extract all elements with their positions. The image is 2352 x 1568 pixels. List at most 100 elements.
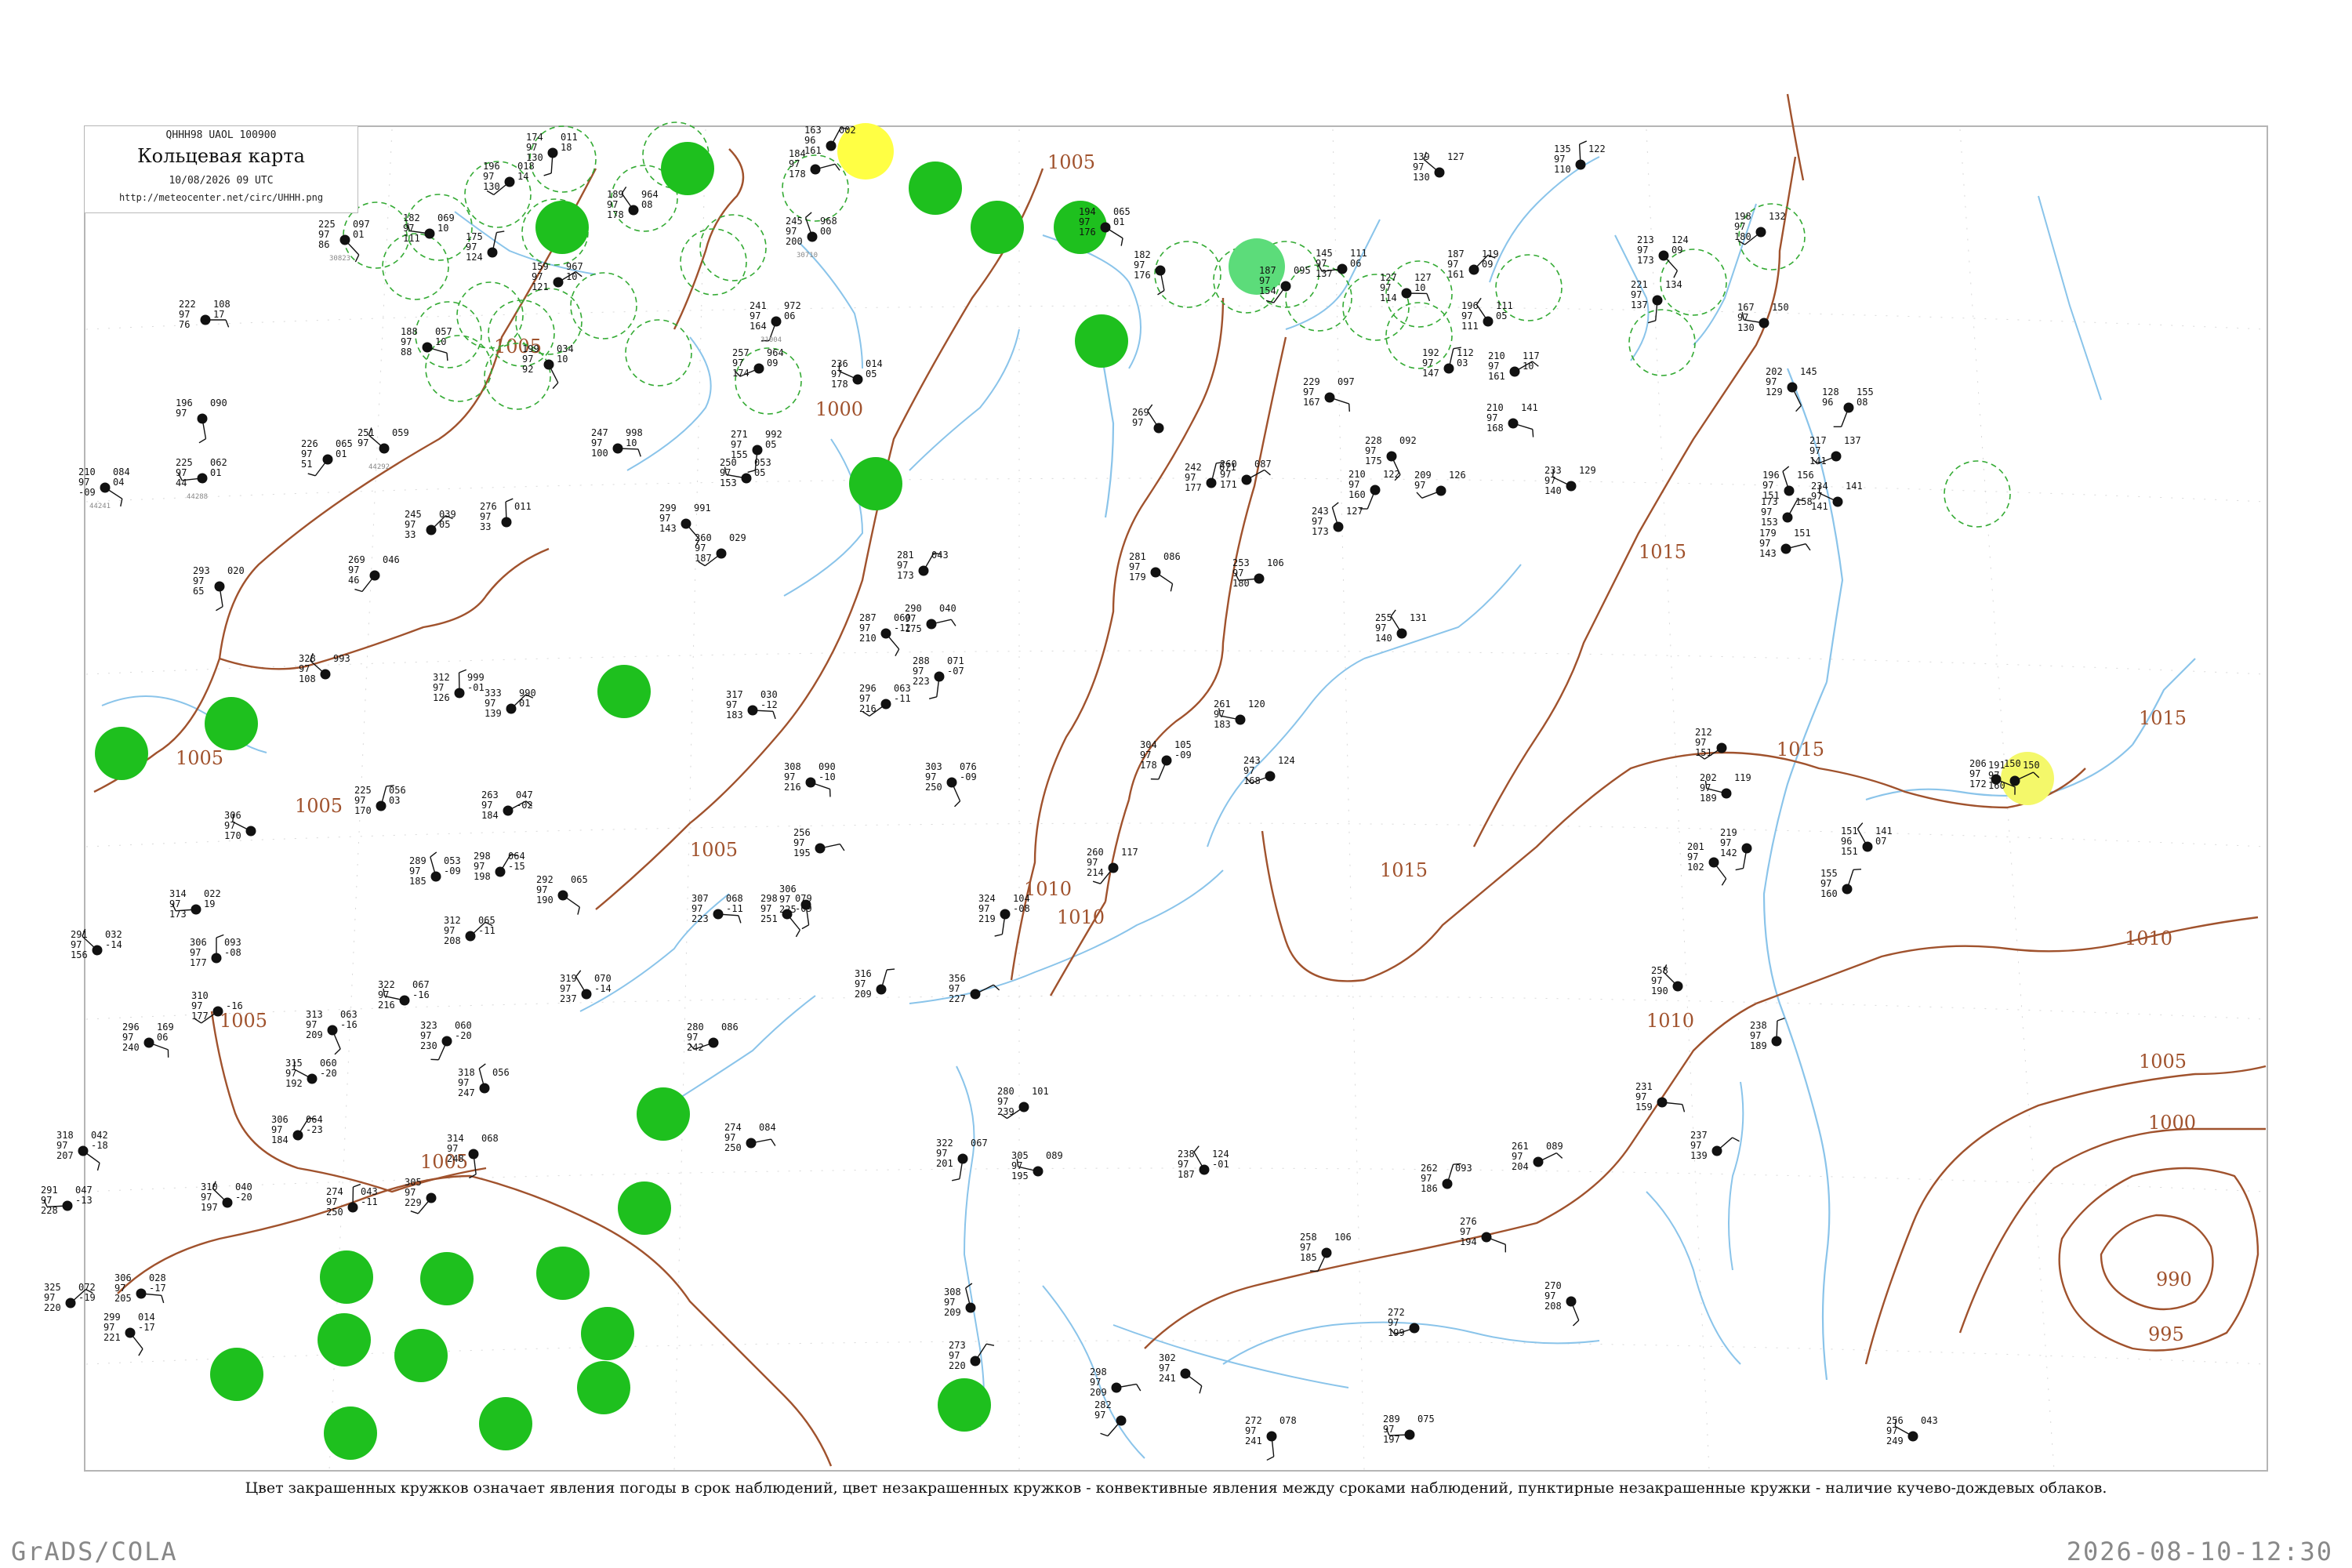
station-plot[interactable]: 30697177 093-08 — [190, 934, 241, 968]
station-plot[interactable]: 29297190 065 — [536, 874, 588, 915]
station-plot[interactable]: 31097197 040-20 — [201, 1181, 252, 1213]
station-plot[interactable]: 21097-09 08404 44241 — [78, 466, 130, 510]
station-plot[interactable]: 29897198 064-15 — [474, 851, 525, 882]
station-plot[interactable]: 25397180 106 — [1232, 557, 1284, 589]
station-plot[interactable]: 22197137 134 — [1631, 279, 1682, 324]
station-plot[interactable]: 29197228 047-13 — [41, 1185, 93, 1216]
station-plot[interactable]: 31897207 042-18 — [56, 1130, 108, 1171]
station-plot[interactable]: 20297189 119 — [1700, 772, 1751, 804]
station-plot[interactable]: 21097161 11710 — [1488, 350, 1540, 382]
station-plot[interactable]: 26297186 093 — [1421, 1163, 1472, 1194]
station-plot[interactable]: 31897247 056 — [458, 1063, 510, 1098]
station-plot[interactable]: 13997130 127 — [1413, 151, 1465, 183]
station-plot[interactable]: 31497173 02219 — [169, 888, 221, 920]
station-plot[interactable]: 31297126 999-01 — [433, 669, 485, 703]
station-plot[interactable]: 19897180 132 — [1734, 211, 1786, 245]
station-plot[interactable]: 32297216 067-16 — [378, 979, 430, 1011]
station-plot[interactable]: 23197159 — [1635, 1081, 1686, 1112]
station-plot[interactable]: 28997185 053-09 — [409, 851, 461, 887]
station-plot[interactable]: 23897189 — [1750, 1018, 1785, 1051]
station-plot[interactable]: 32397230 060-20 — [420, 1020, 472, 1061]
station-plot[interactable]: 28197173 043 — [897, 550, 949, 581]
station-plot[interactable]: 26197183 120 — [1214, 699, 1265, 730]
station-plot[interactable]: 29997221 014-17 — [103, 1312, 155, 1356]
station-plot[interactable]: 26097214 117 — [1087, 847, 1138, 884]
station-plot[interactable]: 23897187 124-01 — [1178, 1145, 1229, 1180]
station-plot[interactable]: 31797183 030-12 — [726, 689, 778, 720]
station-plot[interactable]: 22597170 05603 — [354, 785, 406, 816]
station-plot[interactable]: 25197 059 44292 — [358, 427, 409, 471]
station-plot[interactable]: 30397250 076-09 — [925, 761, 977, 808]
station-plot[interactable]: 30697170 — [224, 810, 256, 841]
station-plot[interactable]: 30597195 089 — [1011, 1150, 1063, 1181]
station-plot[interactable]: 2269751 06501 — [301, 438, 353, 477]
station-plot[interactable]: 28197179 086 — [1129, 551, 1181, 592]
station-plot[interactable]: 25697195 — [793, 827, 845, 858]
station-plot[interactable]: 24597200 96800 30710 — [786, 212, 837, 260]
station-plot[interactable]: 18997178 96408 — [607, 186, 659, 220]
station-plot[interactable]: 21297151 — [1695, 727, 1727, 760]
station-plot[interactable]: 29697240 16906 — [122, 1022, 174, 1058]
station-plot[interactable]: 23397140 129 — [1544, 465, 1596, 496]
station-plot[interactable]: 30297241 — [1159, 1352, 1203, 1394]
station-plot[interactable]: 24397168 124 — [1243, 755, 1295, 786]
station-plot[interactable]: 19697 090 — [176, 397, 227, 444]
station-plot[interactable]: 15597160 — [1820, 868, 1862, 899]
station-plot[interactable]: 28097242 086 — [687, 1022, 739, 1053]
station-plot[interactable]: 30497178 105-09 — [1140, 739, 1192, 780]
station-plot[interactable]: 21797141 137 — [1809, 435, 1861, 466]
station-plot[interactable]: 2229776 10817 — [179, 299, 230, 330]
station-plot[interactable]: 20297129 145 — [1766, 366, 1817, 412]
station-plot[interactable]: 1889788 05710 — [401, 326, 452, 361]
station-plot[interactable]: 24397173 127 — [1312, 502, 1363, 537]
station-plot[interactable]: 31597192 060-20 — [285, 1058, 337, 1089]
station-plot[interactable]: 27497250 084 — [724, 1122, 776, 1153]
station-plot[interactable]: 24197164 97206 31004 — [750, 300, 801, 344]
station-plot[interactable]: 28997197 075 — [1383, 1414, 1435, 1445]
station-plot[interactable]: 1999792 03410 — [522, 343, 574, 390]
station-plot[interactable]: 27397220 — [949, 1340, 995, 1371]
station-plot[interactable]: 31397209 063-16 — [306, 1009, 358, 1055]
station-plot[interactable]: 27297241 078 — [1245, 1415, 1297, 1461]
station-plot[interactable]: 25697249 043 — [1886, 1415, 1938, 1446]
station-plot[interactable]: 12896 15508 — [1822, 387, 1874, 428]
station-plot[interactable]: 32597220 072-19 — [44, 1282, 96, 1313]
synoptic-map[interactable]: 1000 1005 1005 1005 1005 1005 1005 1010 … — [0, 0, 2352, 1568]
station-plot[interactable]: 18297111 06910 — [403, 212, 455, 244]
station-plot[interactable]: 26197204 089 — [1512, 1141, 1563, 1172]
station-plot[interactable]: 30597229 — [405, 1177, 437, 1214]
station-plot[interactable]: 22997167 097 — [1303, 376, 1355, 412]
station-plot[interactable]: 1969711111105 — [1461, 297, 1513, 332]
station-plot[interactable]: 20997 126 — [1414, 470, 1466, 499]
station-plot[interactable]: 25797174 96409 — [732, 347, 784, 379]
station-plot[interactable]: 25097153 05305 — [720, 457, 771, 488]
station-plot[interactable]: 30697184 064-23 — [271, 1114, 323, 1145]
station-plot[interactable]: 1279711412710 — [1380, 272, 1432, 303]
station-plot[interactable]: 26997 — [1132, 404, 1164, 434]
station-plot[interactable]: 27697194 — [1460, 1216, 1507, 1253]
station-plot[interactable]: 21097168 141 — [1486, 402, 1538, 437]
station-plot[interactable]: 23797139 — [1690, 1130, 1740, 1161]
station-plot[interactable]: 27097208 — [1544, 1280, 1580, 1327]
station-plot[interactable]: 32897108 993 — [299, 653, 350, 684]
station-plot[interactable]: 30697205 028-17 — [114, 1272, 166, 1304]
station-plot[interactable]: 28897223 071-07 — [913, 655, 964, 699]
station-plot[interactable]: 27497250 043-11 — [326, 1183, 378, 1218]
station-plot[interactable]: 2939765 020 — [193, 565, 245, 612]
station-plot[interactable]: 23697178 01405 — [831, 358, 883, 390]
station-plot[interactable]: 21997142 — [1720, 827, 1752, 871]
station-plot[interactable]: 24797100 99810 — [591, 427, 643, 459]
station-plot[interactable]: 29697216 063-11 — [859, 683, 911, 717]
station-plot[interactable]: 17397153 158 — [1761, 496, 1813, 528]
station-plot[interactable]: 28097239 101 — [997, 1086, 1049, 1120]
station-plot[interactable]: 29097175040 — [905, 603, 956, 634]
station-plot[interactable]: 2459733 03905 — [405, 509, 456, 540]
station-plot[interactable]: 2259786 09701 30823 — [318, 219, 370, 263]
station-plot[interactable]: 30897216 090-10 — [784, 761, 836, 797]
station-plot[interactable]: 25597140 131 — [1375, 609, 1427, 644]
station-plot[interactable]: 18797161 11909 — [1447, 249, 1499, 280]
station-plot[interactable]: 25897190 — [1651, 964, 1683, 996]
station-plot[interactable]: 35697227 — [949, 973, 1000, 1004]
station-plot[interactable]: 2769733 011 — [480, 498, 532, 532]
station-plot[interactable]: 28797210 060-12 — [859, 612, 911, 657]
